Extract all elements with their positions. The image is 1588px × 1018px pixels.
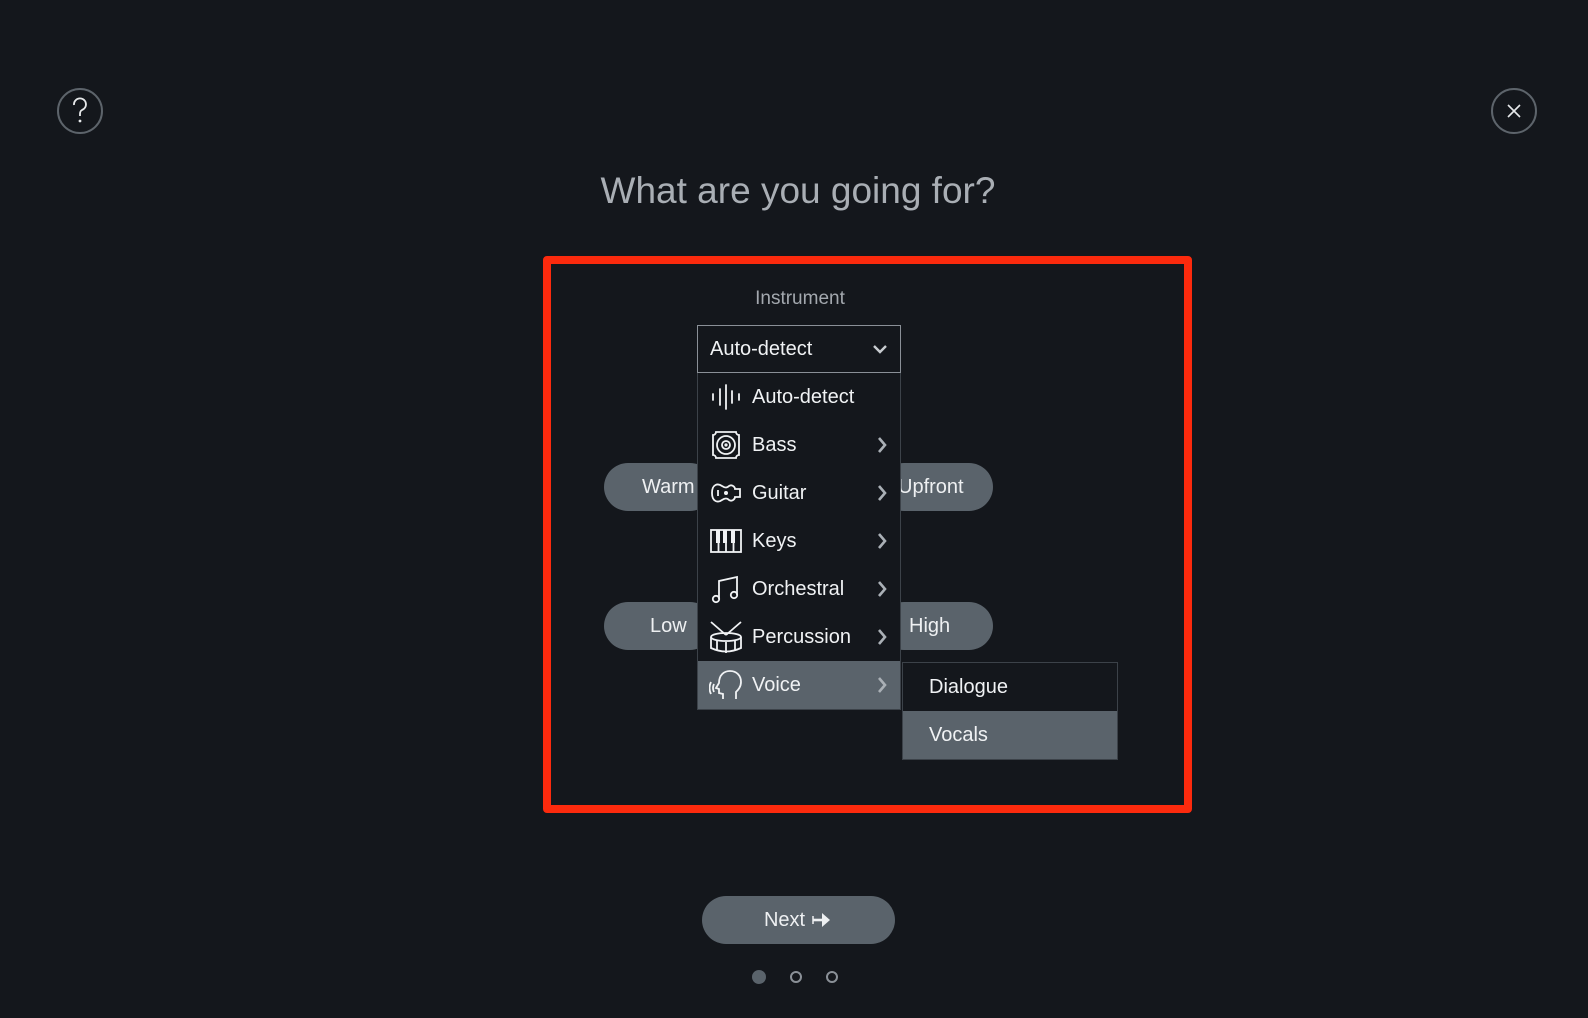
submenu-item-label: Vocals <box>929 723 988 746</box>
upfront-label: Upfront <box>898 475 964 498</box>
high-label: High <box>909 614 951 637</box>
low-label: Low <box>650 614 687 637</box>
close-x-icon <box>1507 104 1521 118</box>
menu-item-label: Bass <box>752 433 797 456</box>
instrument-menu: Auto-detect Bass Guitar Keys Orchestral … <box>697 373 901 710</box>
speaker-icon <box>708 427 744 463</box>
drum-icon <box>708 619 744 655</box>
help-button[interactable] <box>57 88 103 134</box>
menu-item-label: Guitar <box>752 481 807 504</box>
waveform-icon <box>708 379 744 415</box>
instrument-select-value: Auto-detect <box>710 337 813 360</box>
menu-item-auto-detect[interactable]: Auto-detect <box>698 373 900 421</box>
guitar-icon <box>708 475 744 511</box>
next-label: Next <box>763 908 806 931</box>
instrument-label: Instrument <box>755 288 845 309</box>
chevron-right-icon <box>878 437 887 453</box>
menu-item-bass[interactable]: Bass <box>698 421 900 469</box>
chevron-down-icon <box>873 345 887 354</box>
piano-keys-icon <box>708 523 744 559</box>
voice-submenu: Dialogue Vocals <box>902 662 1118 760</box>
menu-item-guitar[interactable]: Guitar <box>698 469 900 517</box>
menu-item-label: Keys <box>752 529 797 552</box>
menu-item-label: Auto-detect <box>752 385 855 408</box>
warm-label: Warm <box>642 475 695 498</box>
music-note-icon <box>708 571 744 607</box>
next-button[interactable]: Next <box>702 896 895 944</box>
pagination-dots <box>752 970 838 984</box>
page-dot-3[interactable] <box>826 971 838 983</box>
menu-item-label: Percussion <box>752 625 851 648</box>
menu-item-label: Orchestral <box>752 577 845 600</box>
submenu-item-dialogue[interactable]: Dialogue <box>903 663 1117 711</box>
submenu-item-vocals[interactable]: Vocals <box>903 711 1117 759</box>
submenu-item-label: Dialogue <box>929 675 1008 698</box>
menu-item-percussion[interactable]: Percussion <box>698 613 900 661</box>
page-dot-2[interactable] <box>790 971 802 983</box>
chevron-right-icon <box>878 629 887 645</box>
menu-item-label: Voice <box>752 673 801 696</box>
instrument-select[interactable]: Auto-detect <box>697 325 901 373</box>
chevron-right-icon <box>878 485 887 501</box>
page-dot-1[interactable] <box>752 970 766 984</box>
page-title: What are you going for? <box>600 170 996 211</box>
menu-item-keys[interactable]: Keys <box>698 517 900 565</box>
menu-item-orchestral[interactable]: Orchestral <box>698 565 900 613</box>
arrow-right-icon <box>812 913 831 927</box>
chevron-right-icon <box>878 581 887 597</box>
question-mark-icon <box>73 97 87 123</box>
menu-item-voice[interactable]: Voice <box>698 661 900 709</box>
chevron-right-icon <box>878 677 887 693</box>
chevron-right-icon <box>878 533 887 549</box>
close-button[interactable] <box>1491 88 1537 134</box>
voice-head-icon <box>708 667 744 703</box>
